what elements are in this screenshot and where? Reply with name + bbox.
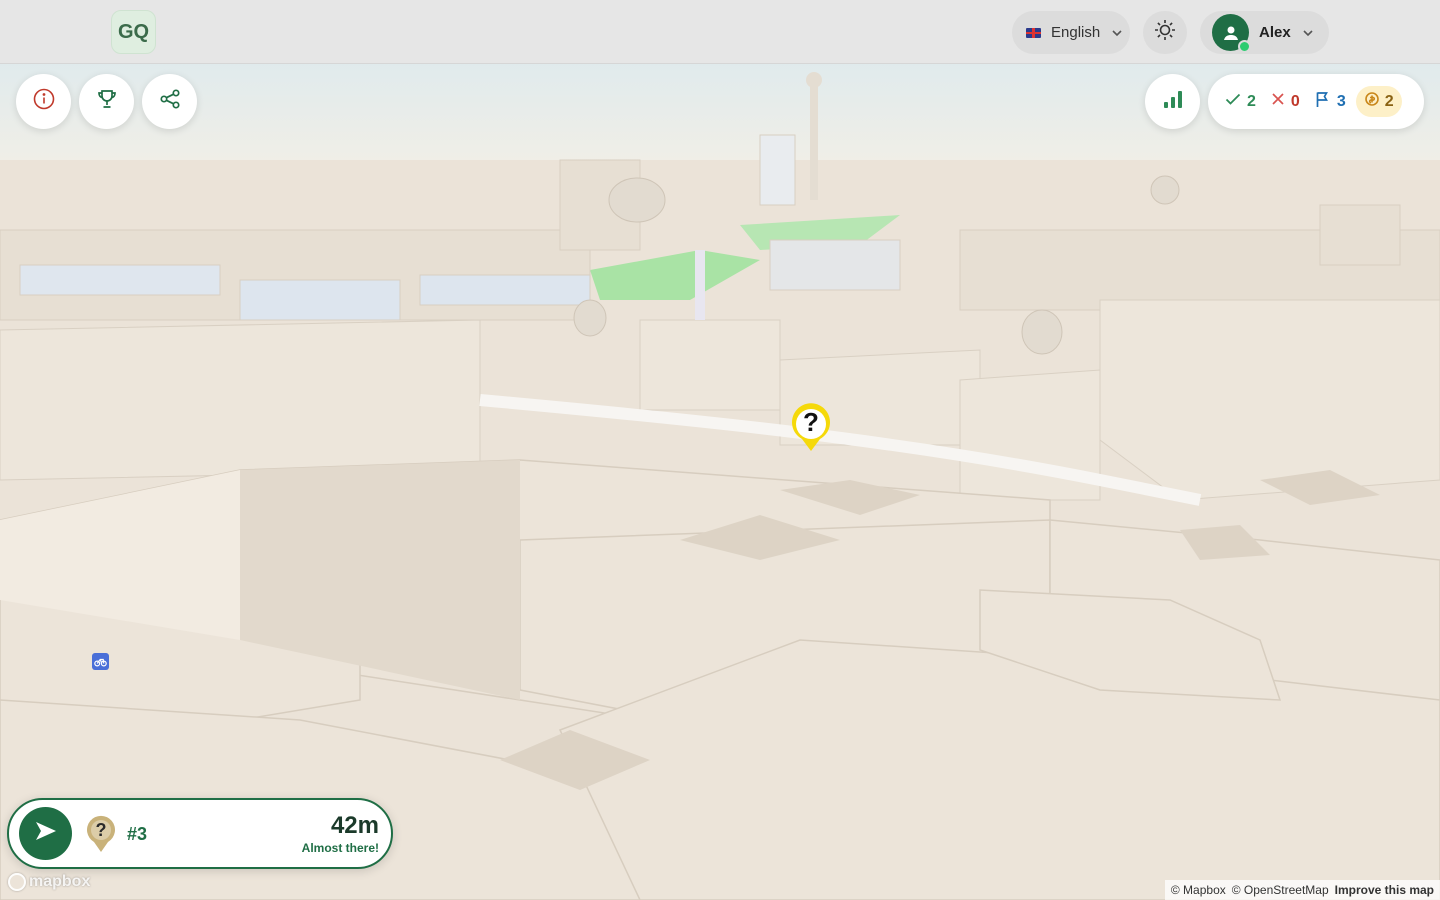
target-distance: 42m — [330, 812, 379, 839]
coin-value: 2 — [1384, 92, 1394, 110]
flag-count: 3 — [1314, 90, 1346, 113]
mapbox-icon — [8, 873, 26, 891]
coin-icon — [1364, 91, 1380, 112]
navigate-button[interactable] — [19, 807, 72, 860]
bar-chart-icon — [1161, 87, 1185, 116]
sun-icon — [1153, 18, 1177, 47]
language-label: English — [1051, 24, 1101, 41]
app-logo[interactable]: GQ — [111, 10, 156, 54]
wrong-value: 0 — [1290, 92, 1300, 110]
theme-toggle-button[interactable] — [1143, 11, 1187, 54]
flag-value: 3 — [1336, 92, 1346, 110]
question-pin-icon: ? — [85, 815, 117, 853]
trophy-icon — [95, 87, 119, 116]
score-panel: 2 0 3 2 — [1208, 74, 1424, 129]
chevron-down-icon — [1110, 26, 1124, 40]
top-bar: GQ English Alex — [0, 0, 1440, 64]
correct-count: 2 — [1224, 90, 1256, 113]
wrong-count: 0 — [1270, 91, 1300, 112]
user-name: Alex — [1259, 24, 1291, 41]
check-icon — [1224, 90, 1242, 113]
cross-icon — [1270, 91, 1286, 112]
attribution-osm-link[interactable]: © OpenStreetMap — [1232, 883, 1329, 900]
share-icon — [158, 87, 182, 116]
map-attribution: © Mapbox © OpenStreetMap Improve this ma… — [1164, 880, 1440, 900]
chevron-down-icon — [1301, 26, 1315, 40]
language-selector[interactable]: English — [1012, 11, 1130, 54]
statistics-button[interactable] — [1145, 74, 1200, 129]
quest-marker[interactable]: ? — [788, 401, 834, 453]
flag-icon — [1314, 90, 1332, 113]
info-icon — [32, 87, 56, 116]
share-button[interactable] — [142, 74, 197, 129]
attribution-mapbox-link[interactable]: © Mapbox — [1171, 883, 1226, 900]
coin-count: 2 — [1355, 86, 1402, 117]
bike-station-icon[interactable] — [92, 653, 109, 670]
leaderboard-button[interactable] — [79, 74, 134, 129]
mapbox-logo-text: mapbox — [29, 873, 91, 890]
svg-text:?: ? — [96, 820, 107, 840]
online-status-indicator — [1238, 40, 1251, 53]
quest-marker-symbol: ? — [803, 407, 819, 437]
target-message: Almost there! — [301, 841, 379, 855]
info-button[interactable] — [16, 74, 71, 129]
avatar — [1212, 14, 1251, 53]
map-canvas[interactable] — [0, 0, 1440, 900]
user-icon — [1223, 26, 1238, 40]
target-card[interactable]: ? #3 42m Almost there! — [7, 798, 393, 869]
uk-flag-icon — [1026, 27, 1041, 38]
logo-text: GQ — [117, 20, 150, 43]
user-menu-button[interactable]: Alex — [1200, 11, 1329, 54]
improve-map-link[interactable]: Improve this map — [1335, 883, 1434, 900]
mapbox-logo[interactable]: mapbox — [8, 873, 90, 891]
correct-value: 2 — [1247, 92, 1256, 110]
navigation-arrow-icon — [33, 818, 59, 849]
target-number: #3 — [127, 824, 148, 844]
